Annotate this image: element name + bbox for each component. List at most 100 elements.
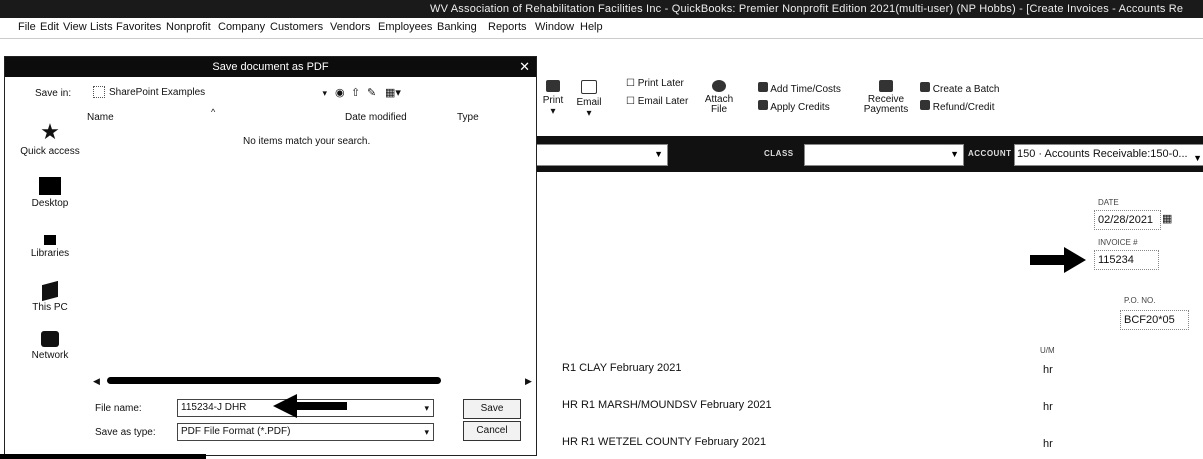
create-batch-label: Create a Batch (932, 84, 1000, 95)
date-modified-column-header[interactable]: Date modified (345, 112, 407, 123)
line-item-um[interactable]: hr (1043, 438, 1053, 450)
close-icon[interactable]: ✕ (519, 57, 530, 77)
menu-edit[interactable]: Edit (40, 21, 59, 33)
menu-customers[interactable]: Customers (270, 21, 323, 33)
account-value: 150 · Accounts Receivable:150-0... (1017, 148, 1188, 160)
save-as-type-label: Save as type: (95, 427, 156, 438)
menu-favorites[interactable]: Favorites (116, 21, 161, 33)
save-in-label: Save in: (35, 88, 72, 99)
folder-icon (93, 86, 105, 99)
customer-job-combo[interactable]: ▼ (536, 144, 668, 166)
type-column-header[interactable]: Type (457, 112, 479, 123)
menu-employees[interactable]: Employees (378, 21, 432, 33)
scroll-left-icon[interactable]: ◀ (93, 376, 100, 387)
file-name-value: 115234-J DHR (181, 402, 247, 413)
date-field[interactable]: 02/28/2021 (1094, 210, 1161, 230)
receive-payments-button[interactable]: Receive Payments (862, 80, 910, 115)
calendar-icon[interactable]: ▦ (1162, 212, 1172, 225)
network-icon (41, 331, 59, 347)
save-in-dropdown[interactable]: SharePoint Examples ▾ (93, 85, 329, 101)
paperclip-icon (712, 80, 726, 92)
menu-view[interactable]: View (63, 21, 87, 33)
menu-nonprofit[interactable]: Nonprofit (166, 21, 211, 33)
class-label: CLASS (764, 149, 794, 158)
menu-vendors[interactable]: Vendors (330, 21, 370, 33)
email-label: Email (576, 97, 602, 108)
menu-banking[interactable]: Banking (437, 21, 477, 33)
refund-credit-button[interactable]: Refund/Credit (920, 100, 994, 113)
menu-lists[interactable]: Lists (90, 21, 113, 33)
chevron-down-icon: ▼ (654, 149, 663, 159)
view-menu-icon[interactable]: ▦▾ (385, 86, 401, 99)
window-title: WV Association of Rehabilitation Facilit… (430, 3, 1184, 15)
libraries-icon (44, 235, 56, 245)
nav-libraries[interactable]: Libraries (5, 235, 95, 259)
save-pdf-dialog: Save document as PDF ✕ Save in: SharePoi… (4, 56, 537, 456)
new-folder-icon[interactable]: ✎ (367, 86, 376, 99)
customer-class-strip: ▼ CLASS ▼ ACCOUNT 150 · Accounts Receiva… (536, 136, 1203, 172)
line-item-description[interactable]: R1 CLAY February 2021 (562, 362, 681, 374)
batch-icon (920, 82, 930, 92)
back-icon[interactable]: ◉ (335, 86, 345, 99)
um-column-header: U/M (1040, 346, 1055, 355)
nav-desktop[interactable]: Desktop (5, 177, 95, 209)
chevron-down-icon: ▾ (424, 427, 429, 437)
dialog-title: Save document as PDF (212, 61, 329, 73)
attach-file-label: Attach File (704, 94, 734, 115)
refund-icon (920, 100, 930, 110)
apply-credits-button[interactable]: Apply Credits (758, 100, 830, 113)
create-batch-button[interactable]: Create a Batch (920, 82, 1000, 95)
save-as-type-value: PDF File Format (*.PDF) (181, 426, 291, 437)
invoice-toolbar: Print ▾ Email ▾ ☐ Print Later ☐ Email Late… (536, 56, 1203, 134)
line-item-um[interactable]: hr (1043, 364, 1053, 376)
account-combo[interactable]: 150 · Accounts Receivable:150-0... ▼ (1014, 144, 1203, 166)
add-time-costs-button[interactable]: Add Time/Costs (758, 82, 841, 95)
email-later-checkbox[interactable]: ☐ Email Later (626, 96, 688, 107)
menu-company[interactable]: Company (218, 21, 265, 33)
arrow-left-icon (273, 394, 347, 418)
desktop-icon (39, 177, 61, 195)
nav-label: Quick access (20, 146, 80, 157)
line-item-um[interactable]: hr (1043, 401, 1053, 413)
empty-list-message: No items match your search. (243, 136, 371, 147)
print-later-checkbox[interactable]: ☐ Print Later (626, 78, 684, 89)
scroll-right-icon[interactable]: ▶ (525, 376, 532, 387)
nav-label: This PC (32, 302, 68, 313)
line-item-description[interactable]: HR R1 WETZEL COUNTY February 2021 (562, 436, 766, 448)
class-combo[interactable]: ▼ (804, 144, 964, 166)
menu-reports[interactable]: Reports (488, 21, 527, 33)
email-button[interactable]: Email ▾ (574, 80, 604, 119)
invoice-number-field[interactable]: 115234 (1094, 250, 1159, 270)
po-number-field[interactable]: BCF20*05 (1120, 310, 1189, 330)
chevron-down-icon: ▾ (424, 403, 429, 413)
print-button[interactable]: Print ▾ (540, 80, 566, 117)
cancel-button[interactable]: Cancel (463, 421, 521, 441)
save-as-type-select[interactable]: PDF File Format (*.PDF) ▾ (177, 423, 434, 441)
menu-file[interactable]: File (18, 21, 36, 33)
email-later-label: Email Later (637, 96, 689, 107)
nav-label: Desktop (31, 198, 69, 209)
nav-this-pc[interactable]: This PC (5, 280, 95, 313)
dialog-title-bar: Save document as PDF ✕ (5, 57, 536, 77)
computer-icon (42, 280, 58, 302)
nav-network[interactable]: Network (5, 331, 95, 361)
save-button[interactable]: Save (463, 399, 521, 419)
up-folder-icon[interactable]: ⇧ (351, 86, 360, 99)
chevron-down-icon: ▼ (1193, 153, 1202, 163)
printer-icon (546, 80, 560, 92)
window-title-bar: WV Association of Rehabilitation Facilit… (0, 0, 1203, 18)
chevron-down-icon: ▾ (322, 88, 327, 98)
arrow-right-icon (1030, 247, 1086, 273)
horizontal-scrollbar-thumb[interactable] (107, 377, 441, 384)
menu-help[interactable]: Help (580, 21, 603, 33)
nav-label: Network (31, 350, 69, 361)
credits-icon (758, 100, 768, 110)
nav-label: Libraries (30, 248, 70, 259)
line-item-description[interactable]: HR R1 MARSH/MOUNDSV February 2021 (562, 399, 772, 411)
menu-window[interactable]: Window (535, 21, 574, 33)
nav-quick-access[interactable]: ★ Quick access (5, 119, 95, 158)
po-number-label: P.O. NO. (1124, 296, 1156, 305)
star-icon: ★ (40, 119, 60, 144)
print-label: Print (542, 95, 564, 106)
attach-file-button[interactable]: Attach File (702, 80, 736, 115)
